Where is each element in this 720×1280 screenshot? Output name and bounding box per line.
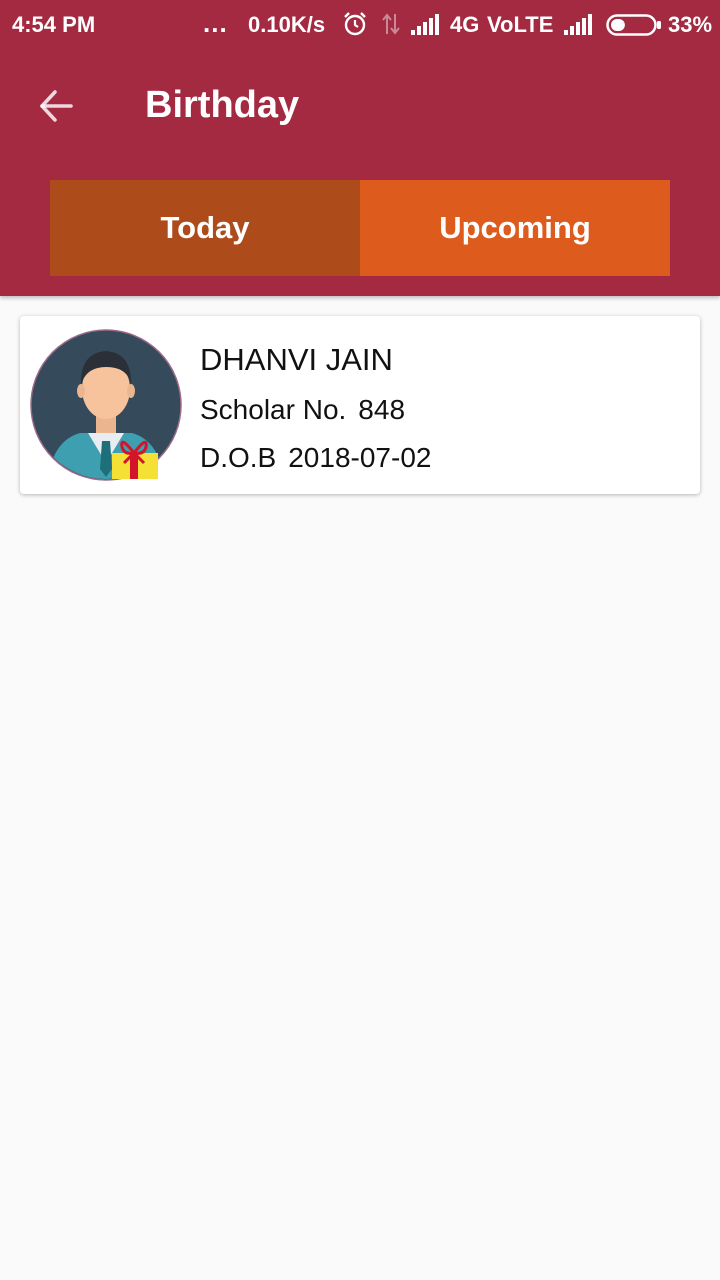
- status-time: 4:54 PM: [12, 12, 96, 37]
- tab-today[interactable]: Today: [50, 180, 360, 276]
- status-bar: 4:54 PM ... 0.10K/s 4G VoLTE 33%: [0, 0, 720, 50]
- battery-icon: [606, 14, 661, 36]
- alarm-icon: [344, 12, 366, 36]
- student-name: DHANVI JAIN: [200, 342, 393, 377]
- network-type: 4G: [450, 12, 480, 37]
- battery-percent: 33%: [668, 12, 713, 37]
- arrow-left-icon: [40, 90, 73, 122]
- avatar: [30, 329, 182, 481]
- birthday-tabs: Today Upcoming: [50, 180, 670, 276]
- data-transfer-icon: [382, 13, 400, 35]
- notification-dots: ...: [203, 8, 228, 38]
- scholar-row: Scholar No. 848: [200, 394, 405, 426]
- scholar-number: 848: [358, 394, 406, 425]
- dob-row: D.O.B 2018-07-02: [200, 442, 431, 474]
- network-speed: 0.10K/s: [248, 12, 326, 37]
- birthday-card[interactable]: DHANVI JAIN Scholar No. 848 D.O.B 2018-07-…: [20, 316, 700, 494]
- page-title: Birthday: [145, 84, 300, 126]
- gift-icon: [112, 440, 158, 479]
- volte-label: VoLTE: [487, 12, 554, 37]
- signal-icon-2: [564, 14, 592, 35]
- signal-icon: [411, 14, 439, 35]
- dob-label: D.O.B: [200, 442, 277, 473]
- dob-value: 2018-07-02: [288, 442, 432, 473]
- scholar-label: Scholar No.: [200, 394, 347, 425]
- tab-upcoming[interactable]: Upcoming: [360, 180, 670, 276]
- back-button[interactable]: [30, 80, 82, 132]
- app-header: 4:54 PM ... 0.10K/s 4G VoLTE 33% Birthda…: [0, 0, 720, 296]
